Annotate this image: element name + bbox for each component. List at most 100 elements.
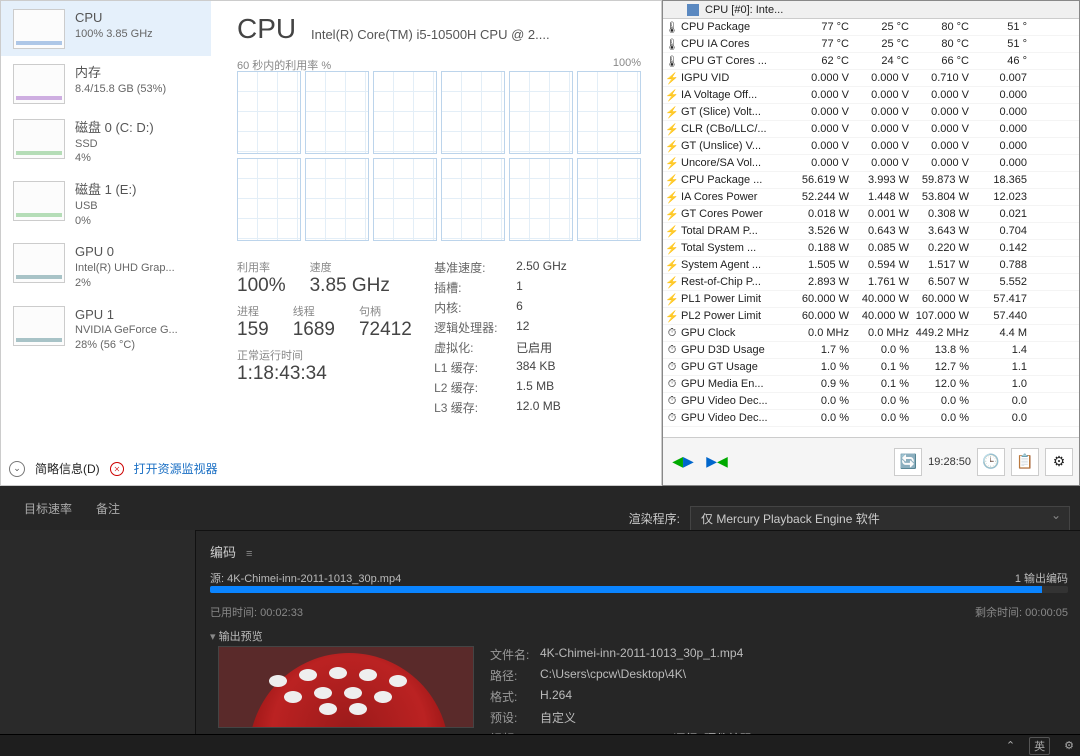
tm-sidebar-item-2[interactable]: 磁盘 0 (C: D:) SSD 4% — [1, 111, 211, 173]
ime-chevron-icon[interactable]: ⌃ — [1006, 739, 1015, 752]
item-sub2: 0% — [75, 214, 136, 229]
mini-graph — [13, 9, 65, 49]
hwinfo-row[interactable]: ⚡ PL2 Power Limit 60.000 W40.000 W107.00… — [663, 308, 1079, 325]
ime-indicator[interactable]: 英 — [1029, 737, 1050, 755]
hwinfo-toolbar: ◀▶ ▶◀ 🔄 19:28:50 🕒 📋 ⚙ — [663, 437, 1079, 485]
tm-sidebar: CPU 100% 3.85 GHz 内存 8.4/15.8 GB (53%) 磁… — [1, 1, 211, 441]
item-sub1: Intel(R) UHD Grap... — [75, 261, 175, 276]
tm-sidebar-item-1[interactable]: 内存 8.4/15.8 GB (53%) — [1, 56, 211, 111]
tab-target-rate[interactable]: 目标速率 — [24, 500, 72, 517]
nav-forward-button[interactable]: ▶◀ — [703, 450, 731, 474]
sensor-icon: ⏱ — [663, 378, 681, 391]
hwinfo-row[interactable]: ⚡ System Agent ... 1.505 W0.594 W1.517 W… — [663, 257, 1079, 274]
gear-icon[interactable]: ⚙ — [1064, 739, 1074, 752]
handles-label: 句柄 — [359, 303, 412, 319]
sensor-icon: ⚡ — [663, 259, 681, 272]
handles-value: 72412 — [359, 319, 412, 341]
hwinfo-row[interactable]: ⚡ GT (Unslice) V... 0.000 V0.000 V0.000 … — [663, 138, 1079, 155]
ame-tabs: 目标速率 备注 — [24, 500, 120, 517]
log-icon[interactable]: 📋 — [1011, 448, 1039, 476]
mini-graph — [13, 119, 65, 159]
cpu-logical-core-grid[interactable] — [237, 71, 641, 241]
tm-sidebar-item-5[interactable]: GPU 1 NVIDIA GeForce G... 28% (56 °C) — [1, 298, 211, 360]
refresh-icon[interactable]: 🔄 — [894, 448, 922, 476]
sensor-icon: 🌡 — [663, 21, 681, 34]
tm-sidebar-item-3[interactable]: 磁盘 1 (E:) USB 0% — [1, 173, 211, 235]
speed-value: 3.85 GHz — [310, 275, 390, 297]
thread-value: 1689 — [293, 319, 335, 341]
cpu-model: Intel(R) Core(TM) i5-10500H CPU @ 2.... — [311, 27, 641, 42]
open-resource-monitor-link[interactable]: 打开资源监视器 — [134, 460, 218, 477]
cpu-heading: CPU — [237, 13, 296, 45]
cpu-kv-row: 虚拟化:已启用 — [434, 339, 641, 356]
item-sub1: NVIDIA GeForce G... — [75, 323, 178, 338]
hwinfo-row[interactable]: ⚡ Rest-of-Chip P... 2.893 W1.761 W6.507 … — [663, 274, 1079, 291]
hwinfo-row[interactable]: ⏱ GPU GT Usage 1.0 %0.1 %12.7 %1.1 — [663, 359, 1079, 376]
sensor-icon: ⚡ — [663, 140, 681, 153]
brief-info-link[interactable]: 简略信息(D) — [35, 460, 100, 477]
hwinfo-row[interactable]: ⏱ GPU Video Dec... 0.0 %0.0 %0.0 %0.0 — [663, 393, 1079, 410]
hwinfo-row[interactable]: ⚡ CPU Package ... 56.619 W3.993 W59.873 … — [663, 172, 1079, 189]
hwinfo-row[interactable]: ⚡ IA Voltage Off... 0.000 V0.000 V0.000 … — [663, 87, 1079, 104]
sensor-icon: ⏱ — [663, 412, 681, 425]
hwinfo-row[interactable]: ⚡ IA Cores Power 52.244 W1.448 W53.804 W… — [663, 189, 1079, 206]
output-preview-label[interactable]: 输出预览 — [210, 628, 263, 644]
item-sub2: 28% (56 °C) — [75, 338, 178, 353]
thread-label: 线程 — [293, 303, 335, 319]
hwinfo-row[interactable]: ⚡ CLR (CBo/LLC/... 0.000 V0.000 V0.000 V… — [663, 121, 1079, 138]
processor-icon — [687, 4, 699, 16]
tm-main: CPU Intel(R) Core(TM) i5-10500H CPU @ 2.… — [229, 1, 661, 441]
windows-taskbar-fragment: ⌃ 英 ⚙ — [0, 734, 1080, 756]
hwinfo-section-label: CPU [#0]: Inte... — [705, 4, 783, 16]
clock-icon[interactable]: 🕒 — [977, 448, 1005, 476]
sensor-icon: ⚡ — [663, 123, 681, 136]
tm-sidebar-item-0[interactable]: CPU 100% 3.85 GHz — [1, 1, 211, 56]
hwinfo-row[interactable]: ⚡ Total DRAM P... 3.526 W0.643 W3.643 W0… — [663, 223, 1079, 240]
tab-notes[interactable]: 备注 — [96, 500, 120, 517]
cpu-kv-row: 基准速度:2.50 GHz — [434, 259, 641, 276]
output-meta-row: 文件名:4K-Chimei-inn-2011-1013_30p_1.mp4 — [490, 646, 822, 663]
hwinfo-row[interactable]: ⚡ PL1 Power Limit 60.000 W40.000 W60.000… — [663, 291, 1079, 308]
cpu-kv-row: L2 缓存:1.5 MB — [434, 379, 641, 396]
hwinfo-clock: 19:28:50 — [928, 456, 971, 468]
nav-back-button[interactable]: ◀▶ — [669, 450, 697, 474]
hwinfo-window: CPU [#0]: Inte... 🌡 CPU Package 77 °C25 … — [662, 0, 1080, 486]
hwinfo-header-row[interactable]: CPU [#0]: Inte... — [663, 1, 1079, 19]
hwinfo-row[interactable]: 🌡 CPU GT Cores ... 62 °C24 °C66 °C46 ° — [663, 53, 1079, 70]
hwinfo-table[interactable]: 🌡 CPU Package 77 °C25 °C80 °C51 °🌡 CPU I… — [663, 19, 1079, 439]
sensor-icon: ⚡ — [663, 174, 681, 187]
collapse-icon[interactable]: ⌄ — [9, 461, 25, 477]
sensor-icon: ⚡ — [663, 208, 681, 221]
encode-heading: 编码≡ — [210, 542, 252, 561]
hwinfo-row[interactable]: ⏱ GPU D3D Usage 1.7 %0.0 %13.8 %1.4 — [663, 342, 1079, 359]
cpu-kv-row: 逻辑处理器:12 — [434, 319, 641, 336]
item-sub1: USB — [75, 199, 136, 214]
renderer-dropdown[interactable]: 仅 Mercury Playback Engine 软件 — [690, 506, 1070, 531]
settings-icon[interactable]: ⚙ — [1045, 448, 1073, 476]
hwinfo-row[interactable]: ⏱ GPU Video Dec... 0.0 %0.0 %0.0 %0.0 — [663, 410, 1079, 427]
item-title: GPU 0 — [75, 243, 175, 261]
hwinfo-row[interactable]: 🌡 CPU IA Cores 77 °C25 °C80 °C51 ° — [663, 36, 1079, 53]
sensor-icon: 🌡 — [663, 38, 681, 51]
ame-left-panel — [0, 530, 196, 756]
item-title: GPU 1 — [75, 306, 178, 324]
hwinfo-row[interactable]: ⚡ Uncore/SA Vol... 0.000 V0.000 V0.000 V… — [663, 155, 1079, 172]
hwinfo-row[interactable]: ⚡ GT Cores Power 0.018 W0.001 W0.308 W0.… — [663, 206, 1079, 223]
encode-menu-icon[interactable]: ≡ — [246, 548, 252, 560]
hwinfo-row[interactable]: ⏱ GPU Media En... 0.9 %0.1 %12.0 %1.0 — [663, 376, 1079, 393]
sensor-icon: ⏱ — [663, 395, 681, 408]
hwinfo-row[interactable]: ⚡ Total System ... 0.188 W0.085 W0.220 W… — [663, 240, 1079, 257]
cpu-kv-row: 插槽:1 — [434, 279, 641, 296]
hwinfo-row[interactable]: ⚡ GT (Slice) Volt... 0.000 V0.000 V0.000… — [663, 104, 1079, 121]
hwinfo-row[interactable]: 🌡 CPU Package 77 °C25 °C80 °C51 ° — [663, 19, 1079, 36]
tm-sidebar-item-4[interactable]: GPU 0 Intel(R) UHD Grap... 2% — [1, 235, 211, 297]
resource-monitor-icon[interactable]: ＋ — [107, 459, 127, 479]
sensor-icon: ⏱ — [663, 327, 681, 340]
speed-label: 速度 — [310, 259, 390, 275]
hwinfo-row[interactable]: ⚡ IGPU VID 0.000 V0.000 V0.710 V0.007 — [663, 70, 1079, 87]
ame-window: 目标速率 备注 渲染程序: 仅 Mercury Playback Engine … — [0, 486, 1080, 756]
sensor-icon: ⏱ — [663, 344, 681, 357]
uptime-value: 1:18:43:34 — [237, 363, 434, 385]
hwinfo-row[interactable]: ⏱ GPU Clock 0.0 MHz0.0 MHz449.2 MHz4.4 M — [663, 325, 1079, 342]
sensor-icon: ⚡ — [663, 157, 681, 170]
